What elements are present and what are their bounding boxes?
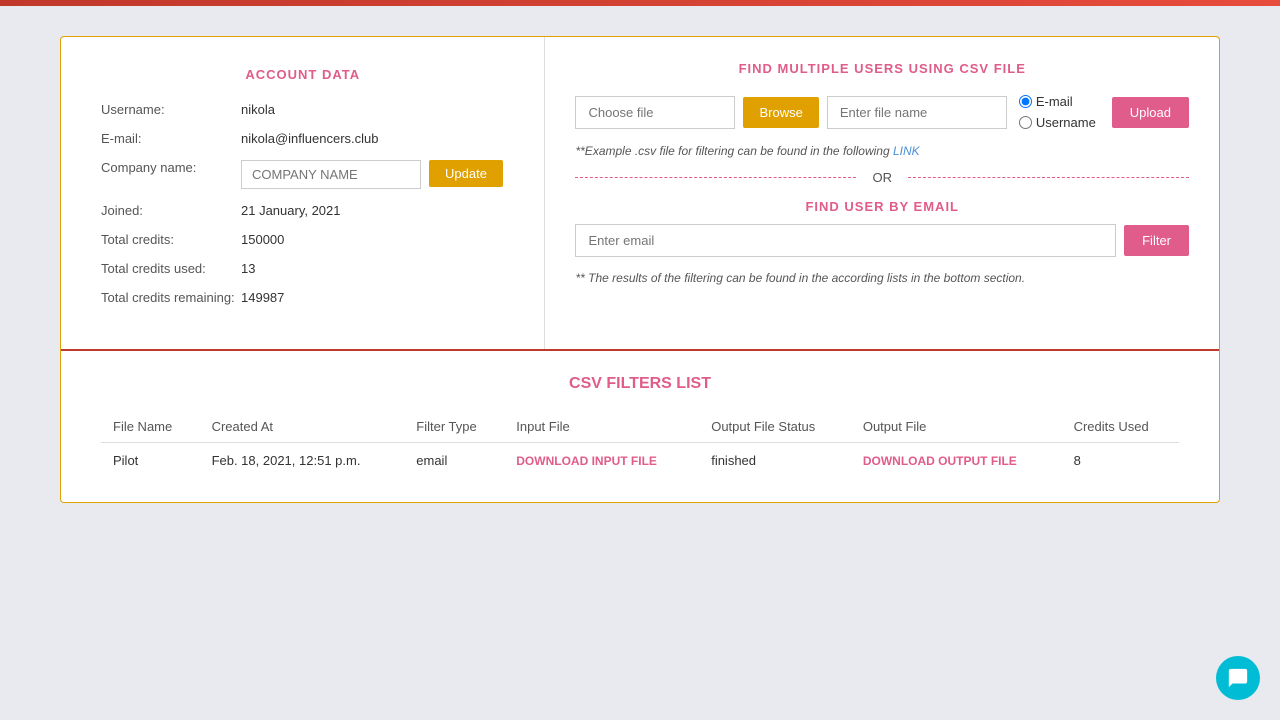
dashed-line-right xyxy=(908,177,1189,178)
credits-used-label: Total credits used: xyxy=(101,261,241,276)
cell-output-status: finished xyxy=(699,443,851,479)
table-header-row: File Name Created At Filter Type Input F… xyxy=(101,411,1179,443)
company-name-input[interactable] xyxy=(241,160,421,189)
account-title: ACCOUNT DATA xyxy=(101,67,504,82)
file-upload-row: Browse E-mail Username Upload xyxy=(575,94,1189,130)
account-row-username: Username: nikola xyxy=(101,102,504,117)
radio-username[interactable]: Username xyxy=(1019,115,1096,130)
cell-output-file[interactable]: DOWNLOAD OUTPUT FILE xyxy=(851,443,1062,479)
radio-email-input[interactable] xyxy=(1019,95,1032,108)
joined-label: Joined: xyxy=(101,203,241,218)
update-button[interactable]: Update xyxy=(429,160,503,187)
cell-file-name: Pilot xyxy=(101,443,200,479)
account-row-credits-remaining: Total credits remaining: 149987 xyxy=(101,290,504,305)
credits-used-value: 13 xyxy=(241,261,255,276)
col-credits-used: Credits Used xyxy=(1062,411,1179,443)
col-output-status: Output File Status xyxy=(699,411,851,443)
top-section: ACCOUNT DATA Username: nikola E-mail: ni… xyxy=(61,37,1219,351)
or-text: OR xyxy=(856,170,908,185)
email-filter-input[interactable] xyxy=(575,224,1116,257)
account-row-credits-used: Total credits used: 13 xyxy=(101,261,504,276)
dashed-line-left xyxy=(575,177,856,178)
table-row: Pilot Feb. 18, 2021, 12:51 p.m. email DO… xyxy=(101,443,1179,479)
cell-created-at: Feb. 18, 2021, 12:51 p.m. xyxy=(200,443,405,479)
file-name-input[interactable] xyxy=(827,96,1007,129)
col-input-file: Input File xyxy=(504,411,699,443)
username-label: Username: xyxy=(101,102,241,117)
col-filter-type: Filter Type xyxy=(404,411,504,443)
bottom-section: CSV FILTERS LIST File Name Created At Fi… xyxy=(61,351,1219,502)
account-section: ACCOUNT DATA Username: nikola E-mail: ni… xyxy=(61,37,545,349)
main-card: ACCOUNT DATA Username: nikola E-mail: ni… xyxy=(60,36,1220,503)
results-note: ** The results of the filtering can be f… xyxy=(575,271,1189,285)
radio-email-label: E-mail xyxy=(1036,94,1073,109)
total-credits-value: 150000 xyxy=(241,232,284,247)
account-row-total-credits: Total credits: 150000 xyxy=(101,232,504,247)
email-label: E-mail: xyxy=(101,131,241,146)
upload-button[interactable]: Upload xyxy=(1112,97,1189,128)
browse-button[interactable]: Browse xyxy=(743,97,818,128)
col-output-file: Output File xyxy=(851,411,1062,443)
radio-username-label: Username xyxy=(1036,115,1096,130)
filter-type-radio-group: E-mail Username xyxy=(1019,94,1096,130)
csv-list-title: CSV FILTERS LIST xyxy=(101,375,1179,393)
csv-upload-title: FIND MULTIPLE USERS USING CSV FILE xyxy=(575,61,1189,76)
radio-username-input[interactable] xyxy=(1019,116,1032,129)
cell-filter-type: email xyxy=(404,443,504,479)
joined-value: 21 January, 2021 xyxy=(241,203,341,218)
account-row-email: E-mail: nikola@influencers.club xyxy=(101,131,504,146)
csv-upload-section: FIND MULTIPLE USERS USING CSV FILE Brows… xyxy=(545,37,1219,349)
email-value: nikola@influencers.club xyxy=(241,131,379,146)
radio-email[interactable]: E-mail xyxy=(1019,94,1096,109)
cell-credits-used: 8 xyxy=(1062,443,1179,479)
chat-bubble[interactable] xyxy=(1216,656,1260,700)
or-divider: OR xyxy=(575,170,1189,185)
filter-button[interactable]: Filter xyxy=(1124,225,1189,256)
col-created-at: Created At xyxy=(200,411,405,443)
username-value: nikola xyxy=(241,102,275,117)
example-link[interactable]: LINK xyxy=(893,144,920,158)
email-filter-row: Filter xyxy=(575,224,1189,257)
company-label: Company name: xyxy=(101,160,241,175)
example-text: **Example .csv file for filtering can be… xyxy=(575,144,1189,158)
col-file-name: File Name xyxy=(101,411,200,443)
account-row-joined: Joined: 21 January, 2021 xyxy=(101,203,504,218)
find-user-title: FIND USER BY EMAIL xyxy=(575,199,1189,214)
cell-input-file[interactable]: DOWNLOAD INPUT FILE xyxy=(504,443,699,479)
total-credits-label: Total credits: xyxy=(101,232,241,247)
account-row-company: Company name: Update xyxy=(101,160,504,189)
choose-file-input[interactable] xyxy=(575,96,735,129)
csv-table: File Name Created At Filter Type Input F… xyxy=(101,411,1179,478)
credits-remaining-value: 149987 xyxy=(241,290,284,305)
credits-remaining-label: Total credits remaining: xyxy=(101,290,241,305)
